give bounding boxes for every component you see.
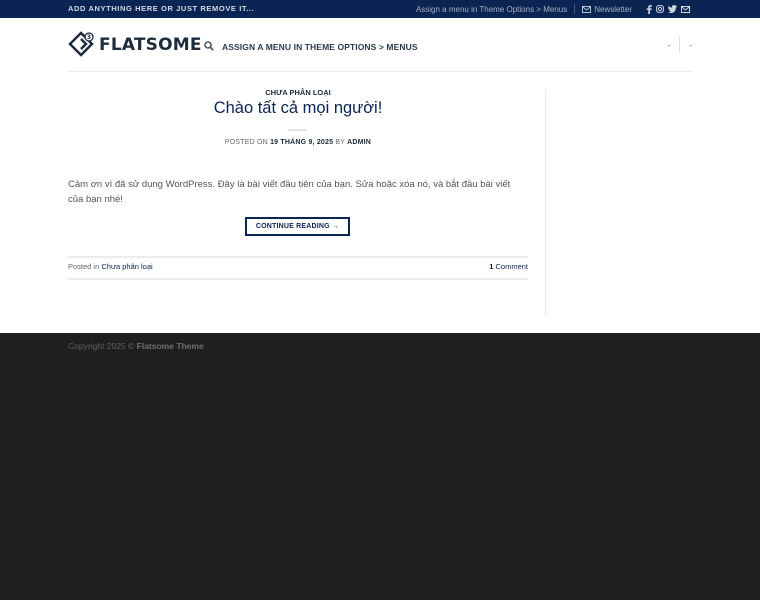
social-icons [642, 4, 690, 14]
newsletter-link[interactable]: Newsletter [582, 5, 632, 14]
facebook-icon[interactable] [646, 4, 652, 14]
header-right: - - [668, 36, 692, 54]
header-right-item-1[interactable]: - [668, 41, 671, 50]
meta-date[interactable]: 19 THÁNG 9, 2025 [270, 139, 333, 146]
nav-menu-link[interactable]: ASSIGN A MENU IN THEME OPTIONS > MENUS [222, 42, 418, 52]
top-bar-text: ADD ANYTHING HERE OR JUST REMOVE IT... [68, 4, 255, 13]
posted-in: Posted in Chưa phân loại [68, 262, 153, 271]
continue-reading-button[interactable]: CONTINUE READING → [245, 217, 350, 236]
top-menu-link[interactable]: Assign a menu in Theme Options > Menus [416, 5, 567, 14]
flatsome-logo-icon: 3 [68, 31, 94, 57]
header-divider [679, 37, 681, 53]
email-icon[interactable] [681, 5, 690, 13]
top-bar: ADD ANYTHING HERE OR JUST REMOVE IT... A… [0, 0, 760, 18]
title-divider [288, 129, 306, 131]
instagram-icon[interactable] [656, 5, 664, 13]
main-nav: ASSIGN A MENU IN THEME OPTIONS > MENUS [204, 38, 418, 56]
twitter-icon[interactable] [668, 5, 677, 13]
header-divider-line [68, 71, 692, 72]
post-category[interactable]: CHƯA PHÂN LOẠI [68, 88, 528, 97]
search-icon[interactable] [204, 38, 214, 56]
logo-text: FLATSOME [99, 34, 202, 55]
copyright-prefix: Copyright 2025 © [68, 341, 137, 351]
copyright: Copyright 2025 © Flatsome Theme [68, 341, 204, 351]
post-footer-line-bottom [68, 278, 528, 280]
site-logo[interactable]: 3 FLATSOME [68, 31, 202, 58]
sidebar-divider [545, 90, 546, 315]
post-meta: POSTED ON 19 THÁNG 9, 2025 BY ADMIN [68, 139, 528, 146]
meta-author[interactable]: ADMIN [347, 139, 371, 146]
comments-link[interactable]: 1 Comment [489, 262, 528, 271]
post-footer-line-top [68, 256, 528, 258]
post-excerpt: Cảm ơn vì đã sử dụng WordPress. Đây là b… [68, 179, 511, 205]
comments-label: Comment [493, 262, 528, 271]
envelope-icon [582, 5, 592, 13]
top-bar-divider [574, 4, 576, 14]
site-footer: Copyright 2025 © Flatsome Theme [0, 333, 760, 600]
copyright-brand: Flatsome Theme [136, 341, 204, 351]
newsletter-label: Newsletter [594, 4, 632, 14]
meta-prefix: POSTED ON [224, 139, 271, 146]
site-header: 3 FLATSOME ASSIGN A MENU IN THEME OPTION… [0, 18, 760, 72]
svg-text:3: 3 [87, 34, 91, 41]
header-right-item-2[interactable]: - [689, 41, 692, 50]
posted-in-prefix: Posted in [68, 262, 102, 271]
top-bar-right: Assign a menu in Theme Options > Menus N… [416, 0, 690, 18]
meta-by: BY [333, 139, 348, 146]
post-title[interactable]: Chào tất cả mọi người! [68, 99, 528, 118]
posted-in-category[interactable]: Chưa phân loại [101, 262, 152, 271]
